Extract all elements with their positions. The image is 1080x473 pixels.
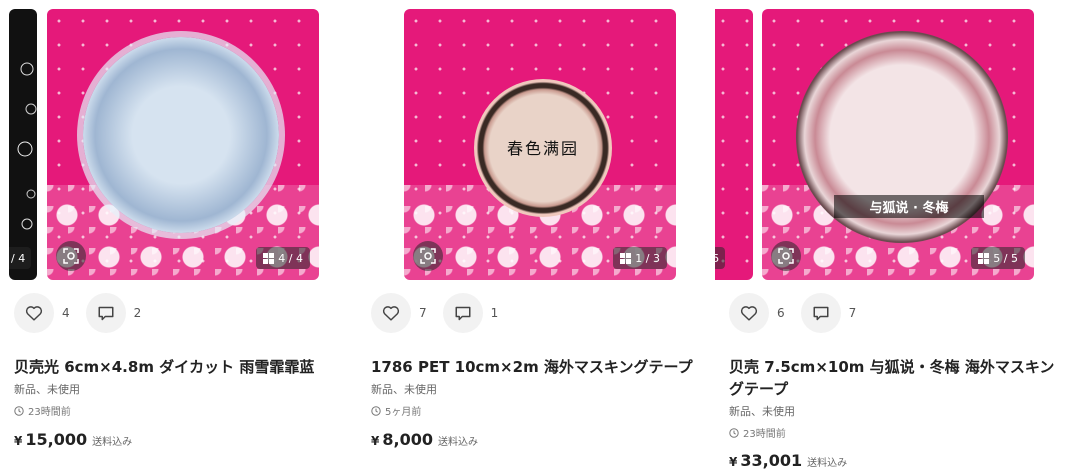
tape-label: 春色满园 — [506, 139, 579, 158]
listing-time-text: 5ヶ月前 — [385, 407, 422, 418]
product-title[interactable]: 贝壳 7.5cm×10m 与狐说・冬梅 海外マスキングテープ — [729, 356, 1059, 400]
image-counter: 5 / 5 — [971, 247, 1025, 269]
listing-time: 5ヶ月前 — [371, 403, 421, 418]
shipping-included: 送料込み — [807, 458, 848, 469]
currency-symbol: ¥ — [371, 434, 380, 448]
carousel-prev-image[interactable]: / 5 — [715, 9, 753, 280]
gallery-icon — [620, 252, 632, 264]
image-counter-text: 1 / 3 — [635, 251, 660, 265]
comment-button[interactable] — [800, 293, 841, 333]
like-button[interactable] — [371, 293, 411, 333]
product-condition: 新品、未使用 — [371, 383, 437, 396]
tape-label: 与狐说 · 冬梅 — [834, 195, 984, 218]
engagement-bar: 6 7 — [729, 293, 872, 333]
image-search-button[interactable] — [413, 241, 443, 271]
image-search-button[interactable] — [771, 241, 801, 271]
product-price: ¥ 33,001 送料込み — [729, 451, 847, 470]
price-value: 33,001 — [740, 451, 803, 470]
image-search-icon — [63, 248, 79, 264]
heart-icon — [740, 306, 758, 321]
comment-button[interactable] — [442, 293, 483, 333]
like-button[interactable] — [729, 293, 769, 333]
peek-image-counter: / 4 — [9, 247, 32, 269]
shipping-included: 送料込み — [92, 437, 133, 448]
gallery-icon — [978, 252, 990, 264]
comment-icon — [455, 306, 471, 320]
heart-icon — [382, 306, 400, 321]
product-image[interactable]: 春色满园 1 / 3 — [404, 9, 676, 280]
product-price: ¥ 8,000 送料込み — [371, 430, 478, 449]
image-counter: 4 / 4 — [256, 247, 310, 269]
heart-icon — [25, 306, 43, 321]
product-title[interactable]: 1786 PET 10cm×2m 海外マスキングテープ — [371, 356, 711, 378]
carousel-prev-image[interactable]: / 4 — [9, 9, 37, 280]
clock-icon — [14, 405, 24, 416]
image-counter-text: 5 / 5 — [993, 251, 1018, 265]
product-price: ¥ 15,000 送料込み — [14, 430, 132, 449]
engagement-bar: 7 1 — [371, 293, 514, 333]
listing-time: 23時間前 — [14, 403, 71, 418]
currency-symbol: ¥ — [14, 434, 23, 448]
image-search-icon — [778, 248, 794, 264]
comment-count: 2 — [133, 306, 142, 320]
comment-count: 1 — [490, 306, 499, 320]
product-condition: 新品、未使用 — [14, 383, 80, 396]
product-title[interactable]: 贝壳光 6cm×4.8m ダイカット 雨雪霏霏蓝 — [14, 356, 354, 378]
like-count: 7 — [419, 306, 427, 320]
image-counter: 1 / 3 — [613, 247, 667, 269]
product-card-2[interactable]: 春色满园 1 / 3 7 1 1786 PET 10cm×2m 海外マスキングテ… — [357, 0, 714, 473]
comment-count: 7 — [848, 306, 857, 320]
image-search-icon — [420, 248, 436, 264]
product-condition: 新品、未使用 — [729, 405, 795, 418]
price-value: 15,000 — [25, 430, 88, 449]
product-card-3[interactable]: / 5 与狐说 · 冬梅 5 / 5 6 — [715, 0, 1072, 473]
image-search-button[interactable] — [56, 241, 86, 271]
like-count: 4 — [62, 306, 70, 320]
like-count: 6 — [777, 306, 785, 320]
image-counter-text: 4 / 4 — [278, 251, 303, 265]
product-card-1[interactable]: / 4 4 / 4 4 2 贝壳光 6cm×4.8m ダイカット 雨雪霏霏蓝 新… — [0, 0, 357, 473]
bubble-pattern-image — [17, 62, 37, 230]
gallery-icon — [263, 252, 275, 264]
currency-symbol: ¥ — [729, 455, 738, 469]
listing-time: 23時間前 — [729, 425, 786, 440]
listing-time-text: 23時間前 — [743, 429, 786, 440]
engagement-bar: 4 2 — [14, 293, 157, 333]
comment-icon — [98, 306, 114, 320]
product-image[interactable]: 与狐说 · 冬梅 5 / 5 — [762, 9, 1034, 280]
peek-image-counter: / 5 — [715, 247, 726, 269]
like-button[interactable] — [14, 293, 54, 333]
listing-time-text: 23時間前 — [28, 407, 71, 418]
shipping-included: 送料込み — [437, 437, 478, 448]
product-image[interactable]: 4 / 4 — [47, 9, 319, 280]
washi-tape-roll — [83, 37, 279, 233]
comment-icon — [813, 306, 829, 320]
clock-icon — [729, 427, 739, 438]
clock-icon — [371, 405, 381, 416]
comment-button[interactable] — [85, 293, 126, 333]
price-value: 8,000 — [382, 430, 433, 449]
